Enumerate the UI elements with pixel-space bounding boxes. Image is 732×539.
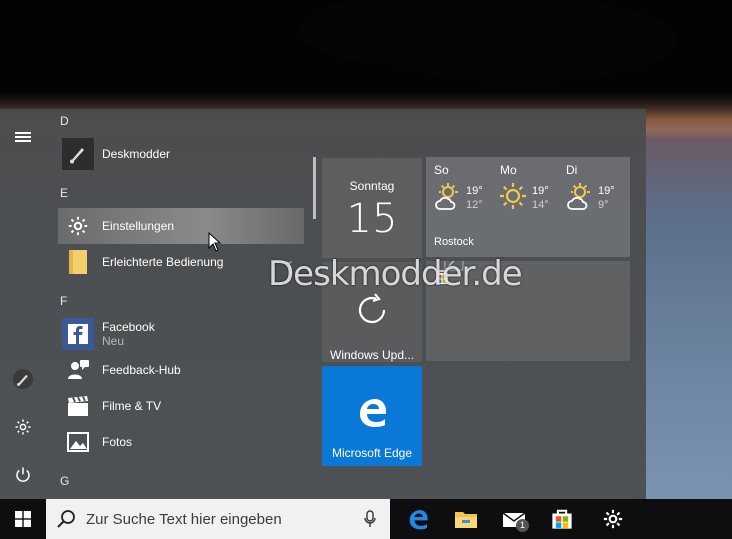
folder-icon [62, 246, 94, 278]
app-label: Filme & TV [102, 399, 162, 413]
app-feedback-hub[interactable]: Feedback-Hub [58, 352, 304, 388]
feedback-icon [62, 354, 94, 386]
store-icon [552, 509, 572, 529]
app-list-scrollbar[interactable] [313, 157, 316, 219]
weather-day: So 19° 12° [426, 163, 494, 223]
app-label: Facebook [102, 320, 155, 334]
weather-high: 19° [598, 185, 615, 197]
sun-icon [500, 183, 526, 209]
edge-icon [360, 399, 386, 427]
letter-g[interactable]: G [60, 474, 69, 488]
partly-cloudy-icon [435, 183, 458, 210]
photo-icon [62, 426, 94, 458]
windows-logo-icon [15, 511, 31, 527]
calendar-date: 15 [346, 196, 398, 242]
letter-f[interactable]: F [60, 294, 67, 308]
start-rail [0, 109, 46, 499]
weather-high: 19° [466, 185, 483, 197]
app-label: Deskmodder [102, 147, 171, 161]
cursor-icon [208, 232, 222, 252]
weather-day-label: So [434, 163, 449, 177]
menu-icon[interactable] [0, 119, 46, 155]
calendar-day: Sonntag [349, 179, 395, 193]
search-icon [57, 510, 75, 528]
mail-badge: 1 [516, 519, 529, 532]
app-fotos[interactable]: Fotos [58, 424, 304, 460]
gear-icon [62, 210, 94, 242]
app-label: Feedback-Hub [102, 363, 181, 377]
weather-low: 9° [598, 199, 609, 211]
taskbar-search-box[interactable] [46, 499, 390, 539]
start-menu: D Deskmodder E Einstellungen Erleichtert… [0, 109, 646, 499]
app-facebook[interactable]: Facebook Neu [58, 316, 304, 352]
new-badge: Neu [102, 334, 125, 348]
weather-day: Mo 19° 14° [492, 163, 560, 223]
app-label: Einstellungen [102, 219, 175, 233]
app-filme-tv[interactable]: Filme & TV [58, 388, 304, 424]
app-einstellungen[interactable]: Einstellungen [58, 208, 304, 244]
calendar-tile[interactable]: Sonntag 15 [322, 158, 422, 258]
taskbar-mail[interactable]: 1 [490, 499, 538, 539]
taskbar-file-explorer[interactable] [442, 499, 490, 539]
app-label: Erleichterte Bedienung [102, 255, 224, 269]
letter-d[interactable]: D [60, 114, 69, 128]
weather-high: 19° [532, 185, 549, 197]
user-icon[interactable] [0, 361, 46, 397]
taskbar: 1 [0, 499, 732, 539]
refresh-icon [358, 293, 386, 324]
gear-icon [603, 509, 623, 529]
weather-day-label: Mo [500, 163, 517, 177]
tile-label: Windows Upd... [330, 348, 415, 362]
taskbar-edge[interactable] [394, 499, 442, 539]
windows-start-button[interactable] [0, 499, 46, 539]
app-deskmodder[interactable]: Deskmodder [58, 136, 304, 172]
letter-e[interactable]: E [60, 186, 68, 200]
weather-low: 12° [466, 199, 483, 211]
brush-icon [62, 138, 94, 170]
gear-icon[interactable] [0, 409, 46, 445]
weather-day: Di 19° 9° [558, 163, 626, 223]
weather-tile[interactable]: So 19° 12° Mo 19° 14° Di 19° 9° Rostock [426, 157, 630, 257]
taskbar-settings[interactable] [589, 499, 637, 539]
clapperboard-icon [62, 390, 94, 422]
app-label: Fotos [102, 435, 133, 449]
search-input[interactable] [86, 510, 356, 528]
power-icon[interactable] [0, 457, 46, 493]
taskbar-store[interactable] [538, 499, 586, 539]
edge-tile[interactable]: Microsoft Edge [322, 366, 422, 466]
tile-label: Microsoft Edge [331, 446, 413, 460]
weather-day-label: Di [566, 163, 578, 177]
edge-icon [409, 510, 428, 530]
weather-city: Rostock [434, 236, 474, 248]
partly-cloudy-icon [567, 183, 590, 210]
microphone-icon[interactable] [364, 510, 376, 528]
watermark: Deskmodder.de [268, 254, 523, 294]
weather-low: 14° [532, 199, 549, 211]
app-list: D Deskmodder E Einstellungen Erleichtert… [46, 109, 314, 499]
folder-icon [455, 512, 477, 528]
facebook-icon [62, 318, 94, 350]
